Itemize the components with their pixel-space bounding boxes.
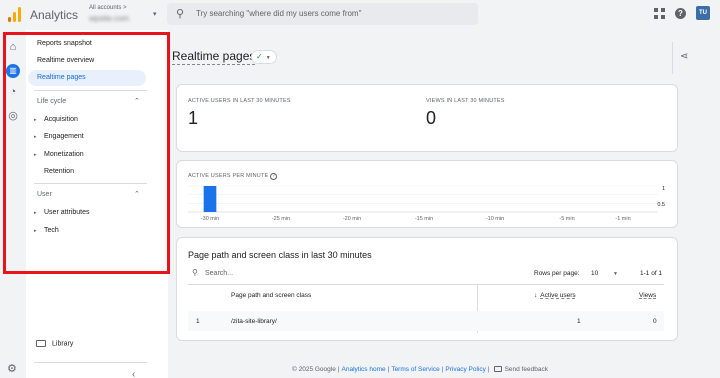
x-tick-label: -30 min bbox=[201, 216, 219, 222]
nav-item-retention[interactable]: Retention bbox=[34, 168, 74, 175]
x-tick-label: -25 min bbox=[272, 216, 290, 222]
y-tick-label: 1 bbox=[662, 186, 665, 192]
top-actions: ? TU bbox=[654, 6, 710, 20]
section-life-cycle[interactable]: Life cycle bbox=[37, 98, 66, 105]
home-icon[interactable]: ⌂ bbox=[7, 41, 19, 53]
search-icon: ⚲ bbox=[176, 8, 185, 20]
metric-value-views: 0 bbox=[426, 108, 437, 128]
reports-icon[interactable]: ▥ bbox=[6, 64, 20, 78]
nav-item-realtime-pages[interactable]: Realtime pages bbox=[28, 70, 146, 86]
footer-copyright: © 2025 Google bbox=[292, 366, 336, 373]
search-placeholder: Try searching "where did my users come f… bbox=[196, 9, 362, 18]
folder-icon bbox=[36, 340, 46, 347]
pagination-range: 1-1 of 1 bbox=[640, 270, 663, 277]
expand-arrow-icon: ▸ bbox=[34, 210, 37, 216]
reports-nav: Reports snapshot Realtime overview Realt… bbox=[26, 30, 168, 378]
footer-link-privacy[interactable]: Privacy Policy bbox=[445, 366, 485, 373]
expand-arrow-icon: ▸ bbox=[34, 152, 37, 158]
nav-item-acquisition[interactable]: ▸ Acquisition bbox=[34, 116, 78, 123]
search-icon: ⚲ bbox=[192, 268, 198, 277]
app-title: Analytics bbox=[30, 8, 79, 22]
x-tick-label: -5 min bbox=[559, 216, 574, 222]
icon-rail: ⌂ ▥ ◔ ◎ bbox=[0, 30, 26, 378]
row-active-users: 1 bbox=[577, 318, 581, 325]
y-tick-label: 0.5 bbox=[657, 202, 665, 208]
chevron-down-icon[interactable]: ▾ bbox=[153, 10, 157, 18]
dropdown-arrow-icon[interactable]: ▼ bbox=[613, 271, 618, 277]
nav-divider bbox=[34, 90, 147, 91]
nav-item-library[interactable]: Library bbox=[36, 340, 73, 347]
analytics-logo-icon[interactable] bbox=[8, 7, 21, 22]
search-bar[interactable]: ⚲ Try searching "where did my users come… bbox=[167, 3, 478, 25]
divider bbox=[672, 42, 673, 74]
chevron-down-icon: ▼ bbox=[265, 55, 271, 61]
apps-grid-icon[interactable] bbox=[654, 7, 665, 19]
column-header-active-users[interactable]: ↓ Active users bbox=[534, 292, 576, 299]
metric-value-active-users: 1 bbox=[188, 108, 199, 128]
nav-item-tech[interactable]: ▸ Tech bbox=[34, 227, 59, 234]
chevron-left-icon[interactable]: ‹ bbox=[132, 369, 135, 378]
rows-per-page-label: Rows per page: bbox=[534, 270, 580, 277]
info-icon[interactable]: ? bbox=[270, 173, 278, 180]
x-tick-label: -15 min bbox=[415, 216, 433, 222]
feedback-icon[interactable] bbox=[493, 366, 502, 373]
footer: © 2025 Google | Analytics home | Terms of Se… bbox=[292, 366, 548, 373]
advertising-icon[interactable]: ◎ bbox=[7, 110, 19, 122]
chevron-up-icon[interactable]: ⌃ bbox=[134, 97, 140, 105]
arrow-down-icon: ↓ bbox=[534, 292, 538, 299]
avatar[interactable]: TU bbox=[696, 6, 710, 20]
column-header-page-path[interactable]: Page path and screen class bbox=[231, 292, 311, 299]
nav-divider bbox=[34, 183, 147, 184]
metric-label-active-users: ACTIVE USERS IN LAST 30 MINUTES bbox=[188, 98, 291, 104]
expand-arrow-icon: ▸ bbox=[34, 134, 37, 140]
check-circle-icon: ✓ bbox=[256, 52, 263, 61]
rows-per-page-select[interactable]: 10 bbox=[591, 270, 598, 277]
nav-item-monetization[interactable]: ▸ Monetization bbox=[34, 151, 84, 158]
explore-icon[interactable]: ◔ bbox=[7, 86, 19, 98]
settings-gear-icon[interactable]: ⚙ bbox=[7, 362, 17, 375]
top-bar: Analytics All accounts > wpsite.com ▾ ⚲ … bbox=[0, 0, 720, 30]
table-divider bbox=[188, 284, 664, 285]
nav-divider bbox=[34, 362, 147, 363]
section-user[interactable]: User bbox=[37, 191, 52, 198]
row-page-path[interactable]: /zita-site-library/ bbox=[231, 318, 277, 325]
help-icon[interactable]: ? bbox=[675, 7, 686, 19]
x-tick-label: -1 min bbox=[615, 216, 630, 222]
expand-arrow-icon: ▸ bbox=[34, 117, 37, 123]
nav-item-realtime-overview[interactable]: Realtime overview bbox=[37, 57, 94, 64]
column-header-views[interactable]: Views bbox=[639, 292, 656, 299]
status-check-button[interactable]: ✓ ▼ bbox=[251, 50, 277, 64]
send-feedback-link[interactable]: Send feedback bbox=[505, 366, 548, 373]
share-icon[interactable]: ⋖ bbox=[680, 51, 688, 62]
x-tick-label: -10 min bbox=[486, 216, 504, 222]
row-index: 1 bbox=[196, 318, 200, 325]
nav-item-user-attributes[interactable]: ▸ User attributes bbox=[34, 209, 90, 216]
active-users-chart: -30 min -25 min -20 min -15 min -10 min -5 mi… bbox=[188, 185, 665, 222]
metric-label-views: VIEWS IN LAST 30 MINUTES bbox=[426, 98, 505, 104]
account-name[interactable]: wpsite.com bbox=[89, 14, 129, 23]
chart-bar[interactable] bbox=[203, 186, 217, 212]
chevron-up-icon[interactable]: ⌃ bbox=[134, 190, 140, 198]
x-tick-label: -20 min bbox=[343, 216, 361, 222]
table-title: Page path and screen class in last 30 mi… bbox=[188, 250, 372, 260]
footer-link-terms[interactable]: Terms of Service bbox=[391, 366, 439, 373]
footer-link-analytics-home[interactable]: Analytics home bbox=[342, 366, 386, 373]
expand-arrow-icon: ▸ bbox=[34, 228, 37, 234]
chart-title: ACTIVE USERS PER MINUTE? bbox=[188, 173, 278, 180]
page-title[interactable]: Realtime pages bbox=[172, 49, 256, 65]
account-breadcrumb[interactable]: All accounts > bbox=[89, 5, 127, 11]
nav-item-reports-snapshot[interactable]: Reports snapshot bbox=[37, 40, 92, 47]
table-search-input[interactable]: Search... bbox=[205, 270, 233, 277]
row-views: 0 bbox=[653, 318, 657, 325]
nav-item-engagement[interactable]: ▸ Engagement bbox=[34, 133, 84, 140]
